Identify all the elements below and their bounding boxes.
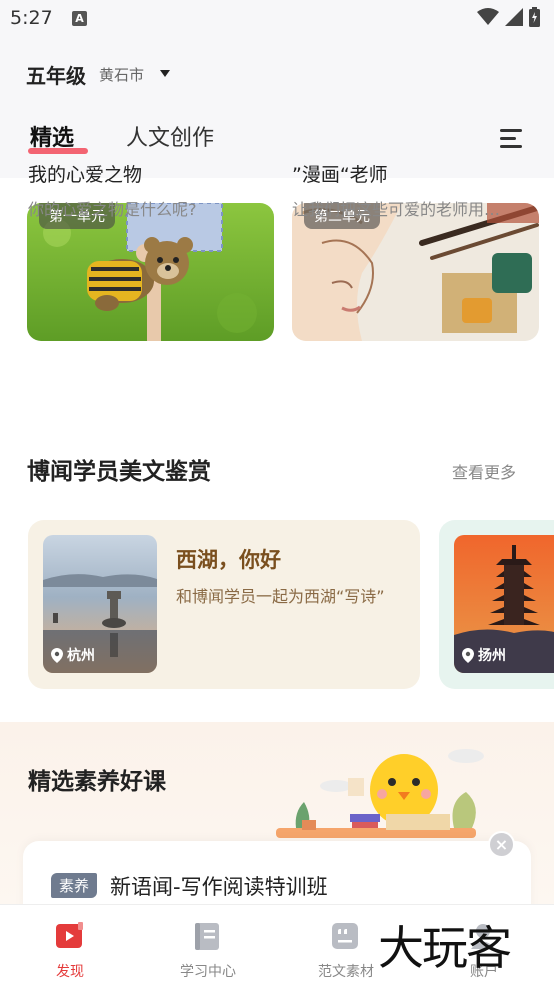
essay-description: 和博闻学员一起为西湖“写诗”: [176, 587, 385, 606]
essay-card[interactable]: 扬州: [439, 520, 554, 689]
location-tag: 扬州: [462, 645, 506, 665]
unit-card[interactable]: 第二单元: [292, 203, 539, 341]
wifi-icon: [477, 8, 499, 25]
location-pin-icon: [462, 647, 474, 663]
section-title: 精选素养好课: [28, 769, 166, 795]
sample-essay-icon: [332, 923, 358, 949]
study-center-icon: [195, 923, 219, 950]
unit-title[interactable]: 我的心爱之物: [28, 160, 142, 187]
nav-item-study-center[interactable]: 学习中心: [148, 905, 268, 984]
nav-label: 发现: [56, 964, 84, 980]
unit-card[interactable]: 第一单元: [27, 203, 274, 341]
header: 五年级 黄石市 精选 人文创作: [0, 40, 554, 178]
status-time: 5:27: [10, 7, 53, 29]
caret-down-icon[interactable]: [160, 70, 170, 77]
course-section: 精选素养好课 素养 新语闻-写作阅读特训班: [0, 722, 554, 921]
city-selector[interactable]: 黄石市: [99, 64, 144, 85]
nav-label: 学习中心: [180, 964, 236, 980]
menu-icon[interactable]: [500, 129, 522, 149]
course-badge: 素养: [51, 873, 98, 898]
essay-card[interactable]: 杭州 西湖，你好 和博闻学员一起为西湖“写诗”: [28, 520, 420, 689]
battery-icon: [529, 7, 540, 27]
close-icon[interactable]: ×: [488, 831, 515, 858]
course-name[interactable]: 新语闻-写作阅读特训班: [110, 871, 328, 901]
unit-image-watercolor[interactable]: 第二单元: [292, 203, 539, 341]
location-tag: 杭州: [51, 645, 95, 665]
see-more-link[interactable]: 查看更多: [452, 459, 516, 483]
tab-active-indicator: [28, 148, 88, 154]
essay-image-west-lake: 杭州: [43, 535, 157, 673]
section-title: 博闻学员美文鉴赏: [27, 459, 211, 485]
chick-mascot-illustration: [276, 749, 484, 838]
unit-image-teddy-bear[interactable]: 第一单元: [27, 203, 274, 341]
status-bar: 5:27 A: [0, 0, 554, 40]
unit-subtitle: 让我们把这些可爱的老师用…: [292, 200, 501, 219]
discover-icon: [56, 922, 83, 948]
essay-image-yangzhou: 扬州: [454, 535, 554, 673]
unit-title[interactable]: ”漫画“老师: [292, 160, 388, 187]
signal-icon: [505, 8, 523, 26]
location-pin-icon: [51, 647, 63, 663]
grade-selector[interactable]: 五年级: [26, 60, 86, 89]
unit-subtitle: 你的心爱之物是什么呢?: [28, 200, 197, 219]
location-label: 扬州: [478, 648, 506, 664]
status-icons: [477, 7, 540, 27]
notification-icon: A: [72, 11, 87, 26]
tab-humanities-writing[interactable]: 人文创作: [126, 120, 214, 152]
watermark: 大玩客: [378, 921, 512, 975]
location-label: 杭州: [67, 648, 95, 664]
nav-item-discover[interactable]: 发现: [10, 905, 130, 984]
essay-title: 西湖，你好: [176, 548, 281, 572]
